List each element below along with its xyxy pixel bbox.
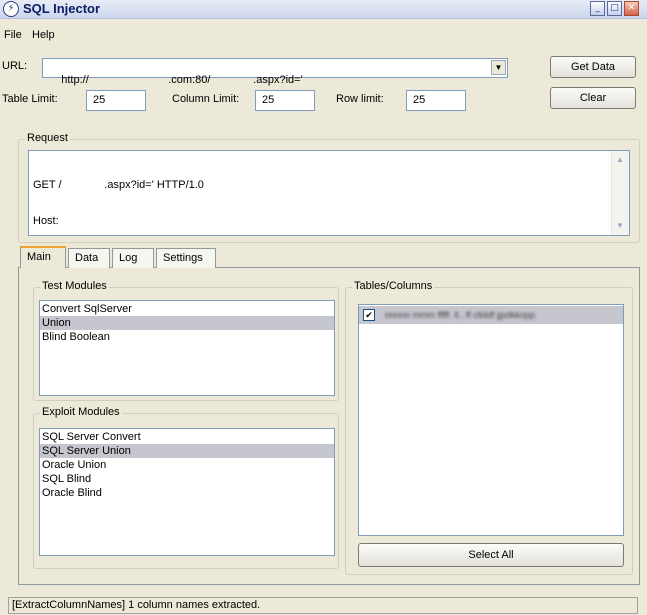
exploit-module-item[interactable]: Oracle Union — [40, 458, 334, 472]
tab-data[interactable]: Data — [68, 248, 110, 268]
app-window: ⚡ SQL Injector _ □ ✕ File Help URL: http… — [0, 0, 647, 615]
get-data-button[interactable]: Get Data — [550, 56, 636, 78]
column-limit-label: Column Limit: — [172, 93, 240, 105]
tab-settings[interactable]: Settings — [156, 248, 216, 268]
exploit-module-item[interactable]: SQL Blind — [40, 472, 334, 486]
checkbox-icon[interactable]: ✔ — [363, 309, 375, 322]
main-tab-page: Test Modules Convert SqlServer Union Blind… — [18, 267, 640, 585]
minimize-button[interactable]: _ — [590, 1, 605, 16]
table-name: nnnnn mmm fffff. ll.. ff cllddf jjpdkkop… — [385, 310, 538, 321]
column-limit-field[interactable]: 25 — [255, 90, 315, 111]
url-combobox[interactable]: http:// .com:80/ .aspx?id=' ▼ — [42, 58, 508, 86]
tables-columns-group: Tables/Columns ✔ nnnnn mmm fffff. ll.. ff… — [345, 280, 633, 575]
url-label: URL: — [2, 60, 28, 72]
tables-columns-title: Tables/Columns — [352, 280, 435, 292]
scroll-up-icon[interactable]: ▲ — [613, 153, 627, 167]
request-line-2: Host: — [33, 215, 59, 227]
exploit-module-item[interactable]: SQL Server Convert — [40, 430, 334, 444]
test-modules-list[interactable]: Convert SqlServer Union Blind Boolean — [39, 300, 335, 396]
table-limit-label: Table Limit: — [2, 93, 58, 105]
test-module-item[interactable]: Blind Boolean — [40, 330, 334, 344]
row-limit-label: Row limit: — [336, 93, 384, 105]
request-title: Request — [25, 132, 70, 144]
chevron-down-icon[interactable]: ▼ — [491, 60, 506, 75]
scroll-down-icon[interactable]: ▼ — [613, 219, 627, 233]
tables-tree[interactable]: ✔ nnnnn mmm fffff. ll.. ff cllddf jjpdkko… — [358, 304, 624, 536]
exploit-module-item[interactable]: Oracle Blind — [40, 486, 334, 500]
test-module-item[interactable]: Convert SqlServer — [40, 302, 334, 316]
request-group: Request GET / .aspx?id=' HTTP/1.0 Host: … — [18, 132, 640, 243]
menu-help[interactable]: Help — [32, 29, 55, 41]
tab-log[interactable]: Log — [112, 248, 154, 268]
url-value: http:// .com:80/ .aspx?id=' — [61, 74, 303, 86]
close-button[interactable]: ✕ — [624, 1, 639, 16]
title-bar[interactable]: ⚡ SQL Injector _ □ ✕ — [0, 0, 647, 19]
exploit-modules-group: Exploit Modules SQL Server Convert SQL Se… — [33, 406, 339, 569]
menu-bar: File Help — [0, 29, 647, 45]
window-title: SQL Injector — [23, 1, 101, 16]
maximize-button[interactable]: □ — [607, 1, 622, 16]
exploit-modules-title: Exploit Modules — [40, 406, 122, 418]
exploit-modules-list[interactable]: SQL Server Convert SQL Server Union Oracle… — [39, 428, 335, 556]
table-row[interactable]: ✔ nnnnn mmm fffff. ll.. ff cllddf jjpdkko… — [359, 306, 623, 324]
request-scrollbar[interactable]: ▲ ▼ — [611, 151, 629, 235]
exploit-module-item[interactable]: SQL Server Union — [40, 444, 334, 458]
menu-file[interactable]: File — [4, 29, 22, 41]
request-textarea[interactable]: GET / .aspx?id=' HTTP/1.0 Host: ▲ ▼ — [28, 150, 630, 236]
request-line-1: GET / .aspx?id=' HTTP/1.0 — [33, 179, 204, 191]
status-bar: [ExtractColumnNames] 1 column names extr… — [8, 597, 638, 614]
table-limit-field[interactable]: 25 — [86, 90, 146, 111]
row-limit-field[interactable]: 25 — [406, 90, 466, 111]
lightning-icon: ⚡ — [3, 1, 19, 17]
test-module-item[interactable]: Union — [40, 316, 334, 330]
clear-button[interactable]: Clear — [550, 87, 636, 109]
test-modules-title: Test Modules — [40, 280, 109, 292]
tab-main[interactable]: Main — [20, 246, 66, 268]
select-all-button[interactable]: Select All — [358, 543, 624, 567]
test-modules-group: Test Modules Convert SqlServer Union Blind… — [33, 280, 339, 401]
